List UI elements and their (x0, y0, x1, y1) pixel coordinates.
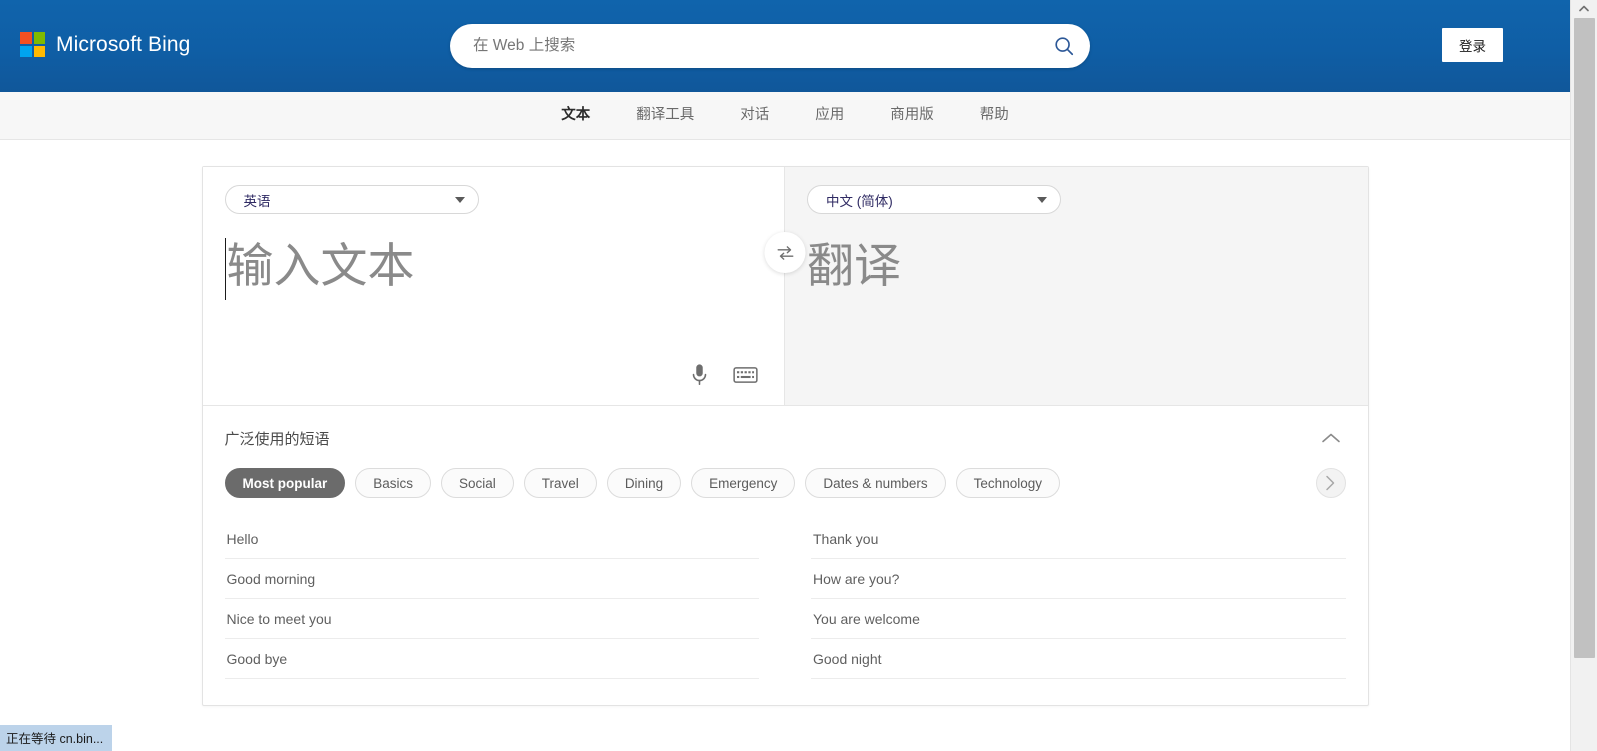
list-item[interactable]: How are you? (811, 559, 1346, 599)
source-placeholder: 输入文本 (226, 239, 415, 292)
search-input[interactable] (450, 24, 1038, 68)
chevron-up-icon (1579, 5, 1589, 12)
chevron-up-icon (1321, 433, 1340, 443)
list-item[interactable]: Nice to meet you (224, 599, 759, 639)
chip-technology[interactable]: Technology (955, 468, 1060, 498)
nav-item-conversation[interactable]: 对话 (717, 92, 792, 139)
chip-travel[interactable]: Travel (523, 468, 597, 498)
chevron-down-icon (454, 196, 465, 203)
source-language-selector[interactable]: 英语 (224, 185, 479, 214)
sign-in-button[interactable]: 登录 (1442, 28, 1503, 62)
browser-page: Microsoft Bing 登录 文本 翻译工具 对话 应用 商用版 帮助 (0, 0, 1597, 751)
swap-arrows-icon (777, 245, 793, 260)
chip-dining[interactable]: Dining (606, 468, 682, 498)
chip-social[interactable]: Social (441, 468, 514, 498)
chip-emergency[interactable]: Emergency (691, 468, 796, 498)
microphone-button[interactable] (690, 363, 709, 387)
main-content: 英语 输入文本 中文 (简体) 翻译 广泛使用的短语 Most popular … (0, 140, 1570, 751)
phrases-section: 广泛使用的短语 Most popular Basics Social Trave… (203, 406, 1368, 705)
swap-languages-button[interactable] (764, 232, 806, 273)
scrollbar-thumb[interactable] (1574, 18, 1595, 658)
page-viewport: Microsoft Bing 登录 文本 翻译工具 对话 应用 商用版 帮助 (0, 0, 1570, 751)
nav-item-apps[interactable]: 应用 (792, 92, 867, 139)
chip-basics[interactable]: Basics (355, 468, 432, 498)
scrollbar-up-arrow[interactable] (1571, 0, 1597, 17)
phrase-category-list: Most popular Basics Social Travel Dining… (224, 468, 1346, 498)
site-header: Microsoft Bing 登录 (0, 0, 1570, 92)
text-cursor (224, 238, 226, 300)
keyboard-button[interactable] (733, 366, 758, 384)
source-text-area[interactable]: 输入文本 (224, 232, 763, 328)
phrases-title: 广泛使用的短语 (224, 431, 330, 448)
list-item[interactable]: Good night (811, 639, 1346, 679)
main-navigation: 文本 翻译工具 对话 应用 商用版 帮助 (0, 92, 1570, 140)
input-tools (690, 363, 758, 387)
list-item[interactable]: You are welcome (811, 599, 1346, 639)
keyboard-icon (733, 367, 758, 383)
list-item[interactable]: Good bye (224, 639, 759, 679)
list-item[interactable]: Thank you (811, 519, 1346, 559)
chip-most-popular[interactable]: Most popular (224, 468, 346, 498)
source-pane: 英语 输入文本 (202, 167, 785, 405)
nav-item-business[interactable]: 商用版 (867, 92, 957, 139)
nav-item-help[interactable]: 帮助 (957, 92, 1032, 139)
target-pane: 中文 (简体) 翻译 (785, 167, 1368, 405)
collapse-phrases-button[interactable] (1317, 428, 1345, 451)
target-language-selector[interactable]: 中文 (简体) (807, 185, 1061, 214)
search-icon (1055, 37, 1074, 56)
next-categories-button[interactable] (1315, 468, 1346, 498)
search-bar (450, 24, 1090, 68)
brand-label: Microsoft Bing (56, 32, 191, 56)
browser-status-bar: 正在等待 cn.bin... (0, 725, 113, 751)
phrase-grid: Hello Thank you Good morning How are you… (224, 519, 1346, 679)
microphone-icon (692, 364, 707, 386)
search-button[interactable] (1038, 24, 1090, 68)
chevron-down-icon (1037, 196, 1047, 203)
list-item[interactable]: Hello (224, 519, 759, 559)
translate-row: 英语 输入文本 中文 (简体) 翻译 (202, 167, 1368, 406)
nav-item-translation-tools[interactable]: 翻译工具 (613, 92, 717, 139)
source-language-label: 英语 (243, 193, 271, 209)
nav-item-text[interactable]: 文本 (538, 92, 613, 139)
microsoft-logo-icon (20, 32, 45, 57)
chevron-right-icon (1326, 475, 1335, 491)
list-item[interactable]: Good morning (224, 559, 759, 599)
target-language-label: 中文 (简体) (826, 193, 893, 209)
page-scrollbar[interactable] (1570, 0, 1597, 751)
chip-dates-numbers[interactable]: Dates & numbers (805, 468, 946, 498)
target-text-area: 翻译 (807, 232, 1346, 328)
target-placeholder: 翻译 (807, 239, 901, 292)
translator-card: 英语 输入文本 中文 (简体) 翻译 广泛使用的短语 Most popular … (201, 166, 1369, 706)
bing-brand-logo[interactable]: Microsoft Bing (20, 32, 190, 57)
